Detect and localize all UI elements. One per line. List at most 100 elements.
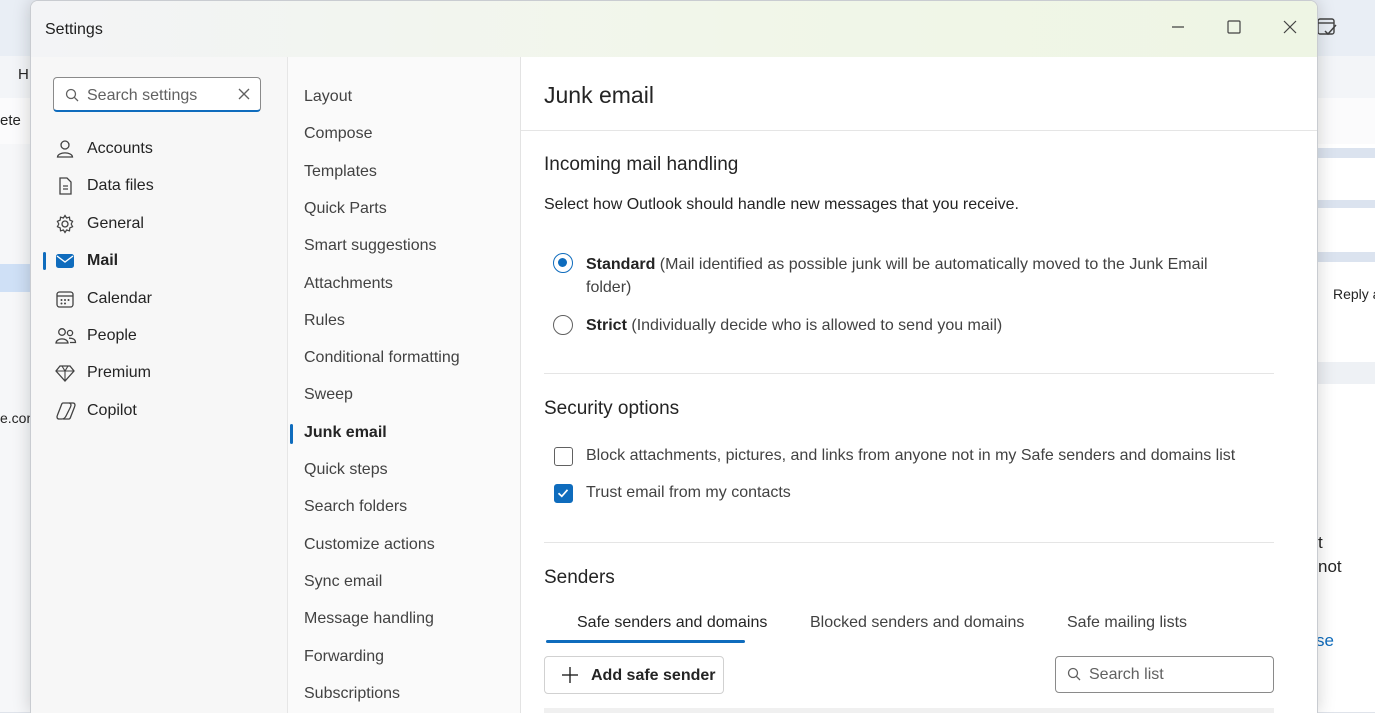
block-attachments-label[interactable]: Block attachments, pictures, and links f… xyxy=(586,447,1235,465)
section-label: Subscriptions xyxy=(304,684,401,702)
background-ribbon-tab[interactable]: H xyxy=(18,66,29,83)
minimize-button[interactable] xyxy=(1160,13,1196,45)
section-label: Quick steps xyxy=(304,461,388,478)
strict-label: Strict xyxy=(586,317,627,334)
tab-safe-mailing-lists[interactable]: Safe mailing lists xyxy=(1067,614,1187,632)
search-settings-placeholder: Search settings xyxy=(87,87,198,104)
standard-radio[interactable] xyxy=(553,253,573,273)
section-item-junk-email[interactable]: Junk email xyxy=(288,416,520,450)
category-label: Copilot xyxy=(87,401,137,419)
clear-search-icon[interactable] xyxy=(237,87,251,106)
sender-list-header xyxy=(544,708,1274,713)
add-safe-sender-label: Add safe sender xyxy=(591,667,716,684)
background-delete-button[interactable]: ete xyxy=(0,112,21,129)
trust-contacts-checkbox[interactable] xyxy=(554,484,573,503)
add-safe-sender-button[interactable]: Add safe sender xyxy=(544,656,724,694)
incoming-section-title: Incoming mail handling xyxy=(544,154,739,175)
page-title: Junk email xyxy=(544,82,654,108)
category-item-copilot[interactable]: Copilot xyxy=(43,394,279,428)
section-item-quick-parts[interactable]: Quick Parts xyxy=(288,192,520,226)
category-label: Premium xyxy=(87,364,152,382)
junk-email-content: Junk email Incoming mail handling Select… xyxy=(521,57,1317,713)
maximize-icon xyxy=(1227,19,1241,39)
section-label: Search folders xyxy=(304,498,408,516)
background-reading-pane xyxy=(1316,144,1375,712)
copilot-icon xyxy=(55,401,77,421)
section-item-conditional-formatting[interactable]: Conditional formatting xyxy=(288,341,520,375)
section-item-subscriptions[interactable]: Subscriptions xyxy=(288,677,520,711)
section-label: Sync email xyxy=(304,572,383,590)
section-label: Quick Parts xyxy=(304,199,387,217)
close-button[interactable] xyxy=(1272,13,1308,45)
section-item-rules[interactable]: Rules xyxy=(288,304,520,338)
plus-icon xyxy=(561,666,579,689)
section-item-sweep[interactable]: Sweep xyxy=(288,378,520,412)
search-list-placeholder: Search list xyxy=(1089,666,1164,683)
section-item-search-folders[interactable]: Search folders xyxy=(288,490,520,524)
category-item-general[interactable]: General xyxy=(43,207,279,241)
search-settings-input[interactable]: Search settings xyxy=(53,77,261,112)
gear-icon xyxy=(55,214,77,234)
section-label: Smart suggestions xyxy=(304,237,437,255)
section-label: Conditional formatting xyxy=(304,349,460,367)
background-reading-link[interactable]: se xyxy=(1316,631,1334,651)
background-task-icon[interactable] xyxy=(1316,16,1338,43)
section-label: Junk email xyxy=(304,423,387,441)
section-divider xyxy=(544,373,1274,374)
section-label: Forwarding xyxy=(304,647,385,665)
tab-safe-senders[interactable]: Safe senders and domains xyxy=(577,614,767,632)
category-item-data-files[interactable]: Data files xyxy=(43,169,279,203)
category-item-calendar[interactable]: Calendar xyxy=(43,282,279,316)
dialog-title: Settings xyxy=(45,21,103,38)
section-label: Customize actions xyxy=(304,535,435,553)
standard-description: (Mail identified as possible junk will b… xyxy=(586,256,1208,296)
strict-option-text[interactable]: Strict (Individually decide who is allow… xyxy=(586,314,1236,337)
maximize-button[interactable] xyxy=(1216,13,1252,45)
section-item-smart-suggestions[interactable]: Smart suggestions xyxy=(288,229,520,263)
category-item-premium[interactable]: Premium xyxy=(43,356,279,390)
search-list-input[interactable]: Search list xyxy=(1055,656,1274,693)
calendar-icon xyxy=(55,289,77,309)
tab-blocked-senders[interactable]: Blocked senders and domains xyxy=(810,614,1024,632)
person-icon xyxy=(55,139,77,159)
diamond-icon xyxy=(55,363,77,383)
block-attachments-checkbox[interactable] xyxy=(554,447,573,466)
strict-radio[interactable] xyxy=(553,315,573,335)
close-icon xyxy=(1283,20,1297,39)
security-section-title: Security options xyxy=(544,398,680,419)
category-item-mail[interactable]: Mail xyxy=(43,244,279,278)
trust-contacts-label[interactable]: Trust email from my contacts xyxy=(586,484,791,502)
section-item-layout[interactable]: Layout xyxy=(288,80,520,114)
active-indicator xyxy=(43,252,46,271)
incoming-description: Select how Outlook should handle new mes… xyxy=(544,196,1019,213)
section-item-quick-steps[interactable]: Quick steps xyxy=(288,453,520,487)
senders-section-title: Senders xyxy=(544,567,615,588)
minimize-icon xyxy=(1171,20,1185,39)
section-item-forwarding[interactable]: Forwarding xyxy=(288,640,520,674)
search-icon xyxy=(65,88,79,107)
section-item-attachments[interactable]: Attachments xyxy=(288,267,520,301)
section-item-message-handling[interactable]: Message handling xyxy=(288,602,520,636)
standard-option-text[interactable]: Standard (Mail identified as possible ju… xyxy=(586,253,1236,299)
category-item-people[interactable]: People xyxy=(43,319,279,353)
mail-section-list: Layout Compose Templates Quick Parts Smart s… xyxy=(288,57,521,713)
category-label: General xyxy=(87,214,144,232)
settings-dialog: Settings Search settings Accounts Data fi… xyxy=(30,0,1318,713)
section-item-compose[interactable]: Compose xyxy=(288,117,520,151)
category-label: Accounts xyxy=(87,140,153,157)
section-item-templates[interactable]: Templates xyxy=(288,155,520,189)
header-divider xyxy=(521,130,1317,131)
section-item-customize-actions[interactable]: Customize actions xyxy=(288,528,520,562)
section-item-sync-email[interactable]: Sync email xyxy=(288,565,520,599)
background-reading-text-1: t xyxy=(1318,533,1323,552)
section-label: Message handling xyxy=(304,610,434,628)
background-reply-button[interactable]: Reply a xyxy=(1333,286,1375,302)
background-folder-pane xyxy=(0,144,30,712)
standard-label: Standard xyxy=(586,256,656,273)
section-label: Layout xyxy=(304,88,353,105)
category-label: Data files xyxy=(87,177,154,195)
background-reading-text-2: not xyxy=(1318,557,1342,576)
category-label: Mail xyxy=(87,252,119,270)
category-item-accounts[interactable]: Accounts xyxy=(43,132,279,166)
title-bar: Settings xyxy=(31,1,1317,57)
